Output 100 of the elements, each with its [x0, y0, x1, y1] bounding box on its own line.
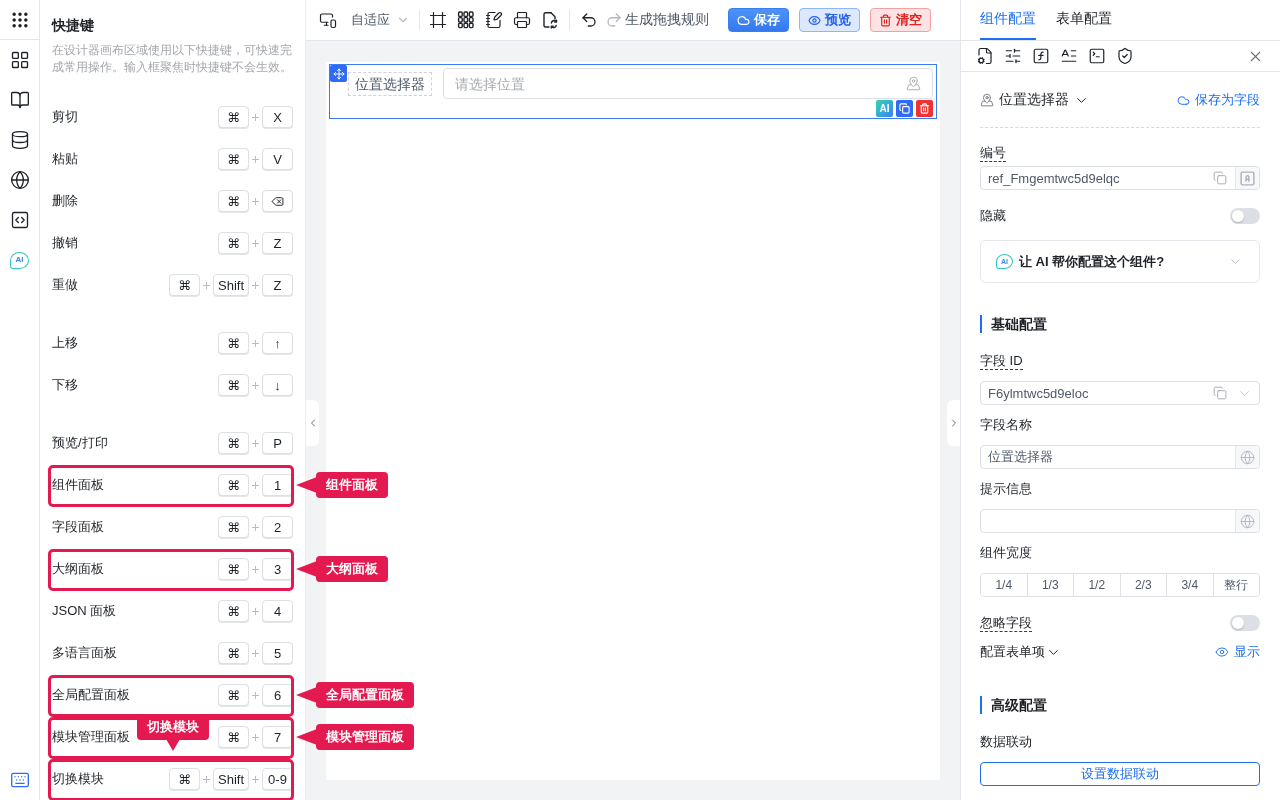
- grid-icon[interactable]: [457, 11, 475, 29]
- key-cap: 4: [262, 600, 293, 622]
- collapse-handle[interactable]: [947, 400, 960, 446]
- shortcut-label: 字段面板: [52, 518, 104, 536]
- component-type-select[interactable]: 位置选择器: [980, 91, 1089, 109]
- key-cap: ⌘: [218, 600, 249, 622]
- plus-icon: [252, 733, 259, 741]
- key-cap: ⌘: [169, 274, 200, 296]
- form-field-frame[interactable]: 位置选择器 请选择位置 AI: [329, 64, 937, 119]
- sliders-icon[interactable]: [1004, 47, 1022, 65]
- backspace-icon: [271, 194, 284, 208]
- show-link[interactable]: 显示: [1215, 643, 1260, 661]
- plus-icon: [252, 691, 259, 699]
- plus-icon: [252, 565, 259, 573]
- copy-icon[interactable]: [896, 100, 913, 117]
- plus-icon: [252, 281, 259, 289]
- key-cap: 5: [262, 642, 293, 664]
- width-option[interactable]: 整行: [1212, 574, 1259, 596]
- eye-icon: [808, 13, 821, 27]
- field-label: 隐藏: [980, 207, 1006, 225]
- book-icon[interactable]: [9, 90, 30, 110]
- section-title: 基础配置: [980, 315, 1047, 333]
- code-icon[interactable]: [9, 210, 30, 230]
- ai-badge[interactable]: AI: [10, 251, 29, 269]
- callout-label: 全局配置面板: [296, 682, 414, 708]
- input-field[interactable]: [980, 509, 1260, 533]
- terminal-icon[interactable]: [1088, 47, 1106, 65]
- plus-icon: [252, 197, 259, 205]
- key-cap: Z: [262, 232, 293, 254]
- location-input[interactable]: 请选择位置: [443, 68, 933, 99]
- map-pin-icon: [906, 76, 921, 91]
- plus-icon: [252, 381, 259, 389]
- move-icon[interactable]: [330, 65, 347, 82]
- rules-button[interactable]: 生成拖拽规则: [625, 8, 709, 32]
- key-cap: ⌘: [169, 768, 200, 790]
- ai-prompt-text: 让 AI 帮你配置这个组件?: [1019, 252, 1165, 271]
- plus-icon: [252, 439, 259, 447]
- key-cap: ⌘: [218, 474, 249, 496]
- panel-tab[interactable]: 表单配置: [1056, 0, 1112, 40]
- grid-icon[interactable]: [9, 50, 30, 70]
- trash-icon[interactable]: [916, 100, 933, 117]
- file-refresh-icon[interactable]: [541, 11, 559, 29]
- plus-icon: [252, 339, 259, 347]
- shortcut-label: 下移: [52, 376, 78, 394]
- globe-icon[interactable]: [9, 170, 30, 190]
- toolbar-button[interactable]: 保存: [728, 8, 789, 32]
- shortcut-label: 预览/打印: [52, 434, 108, 452]
- frame-icon[interactable]: [429, 11, 447, 29]
- key-cap: ⌘: [218, 558, 249, 580]
- key-cap: Shift: [213, 274, 249, 296]
- key-cap: ⌘: [218, 106, 249, 128]
- shortcut-label: 重做: [52, 276, 78, 294]
- field-label: 位置选择器: [348, 71, 432, 96]
- plus-icon: [203, 281, 210, 289]
- field-label: 编号: [980, 144, 1006, 162]
- viewport-select[interactable]: 自适应: [351, 8, 410, 32]
- panel-description: 在设计器画布区域使用以下快捷键，可快速完成常用操作。输入框聚焦时快捷键不会生效。: [52, 42, 293, 76]
- toggle-switch[interactable]: [1230, 208, 1260, 224]
- database-icon[interactable]: [9, 130, 30, 150]
- plus-icon: [252, 775, 259, 783]
- key-cap: ⌘: [218, 432, 249, 454]
- panel-tab[interactable]: 组件配置: [980, 0, 1036, 40]
- plus-icon: [252, 649, 259, 657]
- shortcut-label: 上移: [52, 334, 78, 352]
- shortcut-label: 撤销: [52, 234, 78, 252]
- save-as-field-link[interactable]: 保存为字段: [1177, 91, 1260, 109]
- toggle-switch[interactable]: [1230, 615, 1260, 631]
- select-field[interactable]: F6ylmtwc5d9eloc: [980, 381, 1260, 405]
- linkage-button[interactable]: 设置数据联动: [980, 762, 1260, 786]
- undo-icon[interactable]: [580, 11, 598, 29]
- collapse-handle[interactable]: [306, 400, 319, 446]
- key-cap: 0-9: [262, 768, 293, 790]
- keyboard-icon[interactable]: [9, 770, 30, 790]
- shortcut-label: 剪切: [52, 108, 78, 126]
- key-cap: 1: [262, 474, 293, 496]
- key-cap: 3: [262, 558, 293, 580]
- callout-label: 组件面板: [296, 472, 388, 498]
- cloud-icon: [737, 13, 750, 27]
- plus-icon: [252, 607, 259, 615]
- text-style-icon[interactable]: [1060, 47, 1078, 65]
- plus-icon: [252, 481, 259, 489]
- key-cap: ⌘: [218, 684, 249, 706]
- plus-icon: [252, 239, 259, 247]
- toolbar-button[interactable]: 清空: [870, 8, 931, 32]
- form-items-toggle[interactable]: 配置表单项: [980, 643, 1061, 661]
- shield-check-icon[interactable]: [1116, 47, 1134, 65]
- shortcut-label: JSON 面板: [52, 602, 117, 620]
- notebook-pen-icon[interactable]: [485, 11, 503, 29]
- input-field[interactable]: 位置选择器: [980, 445, 1260, 469]
- section-title: 高级配置: [980, 696, 1047, 714]
- file-gear-icon[interactable]: [976, 47, 994, 65]
- shortcut-label: 多语言面板: [52, 644, 117, 662]
- function-icon[interactable]: [1032, 47, 1050, 65]
- key-cap: ⌘: [218, 726, 249, 748]
- toolbar-button[interactable]: 预览: [799, 8, 860, 32]
- devices-icon[interactable]: [319, 11, 337, 29]
- key-cap: ↑: [262, 332, 293, 354]
- field-label: 字段 ID: [980, 352, 1023, 370]
- field-label: 数据联动: [980, 733, 1032, 751]
- printer-icon[interactable]: [513, 11, 531, 29]
